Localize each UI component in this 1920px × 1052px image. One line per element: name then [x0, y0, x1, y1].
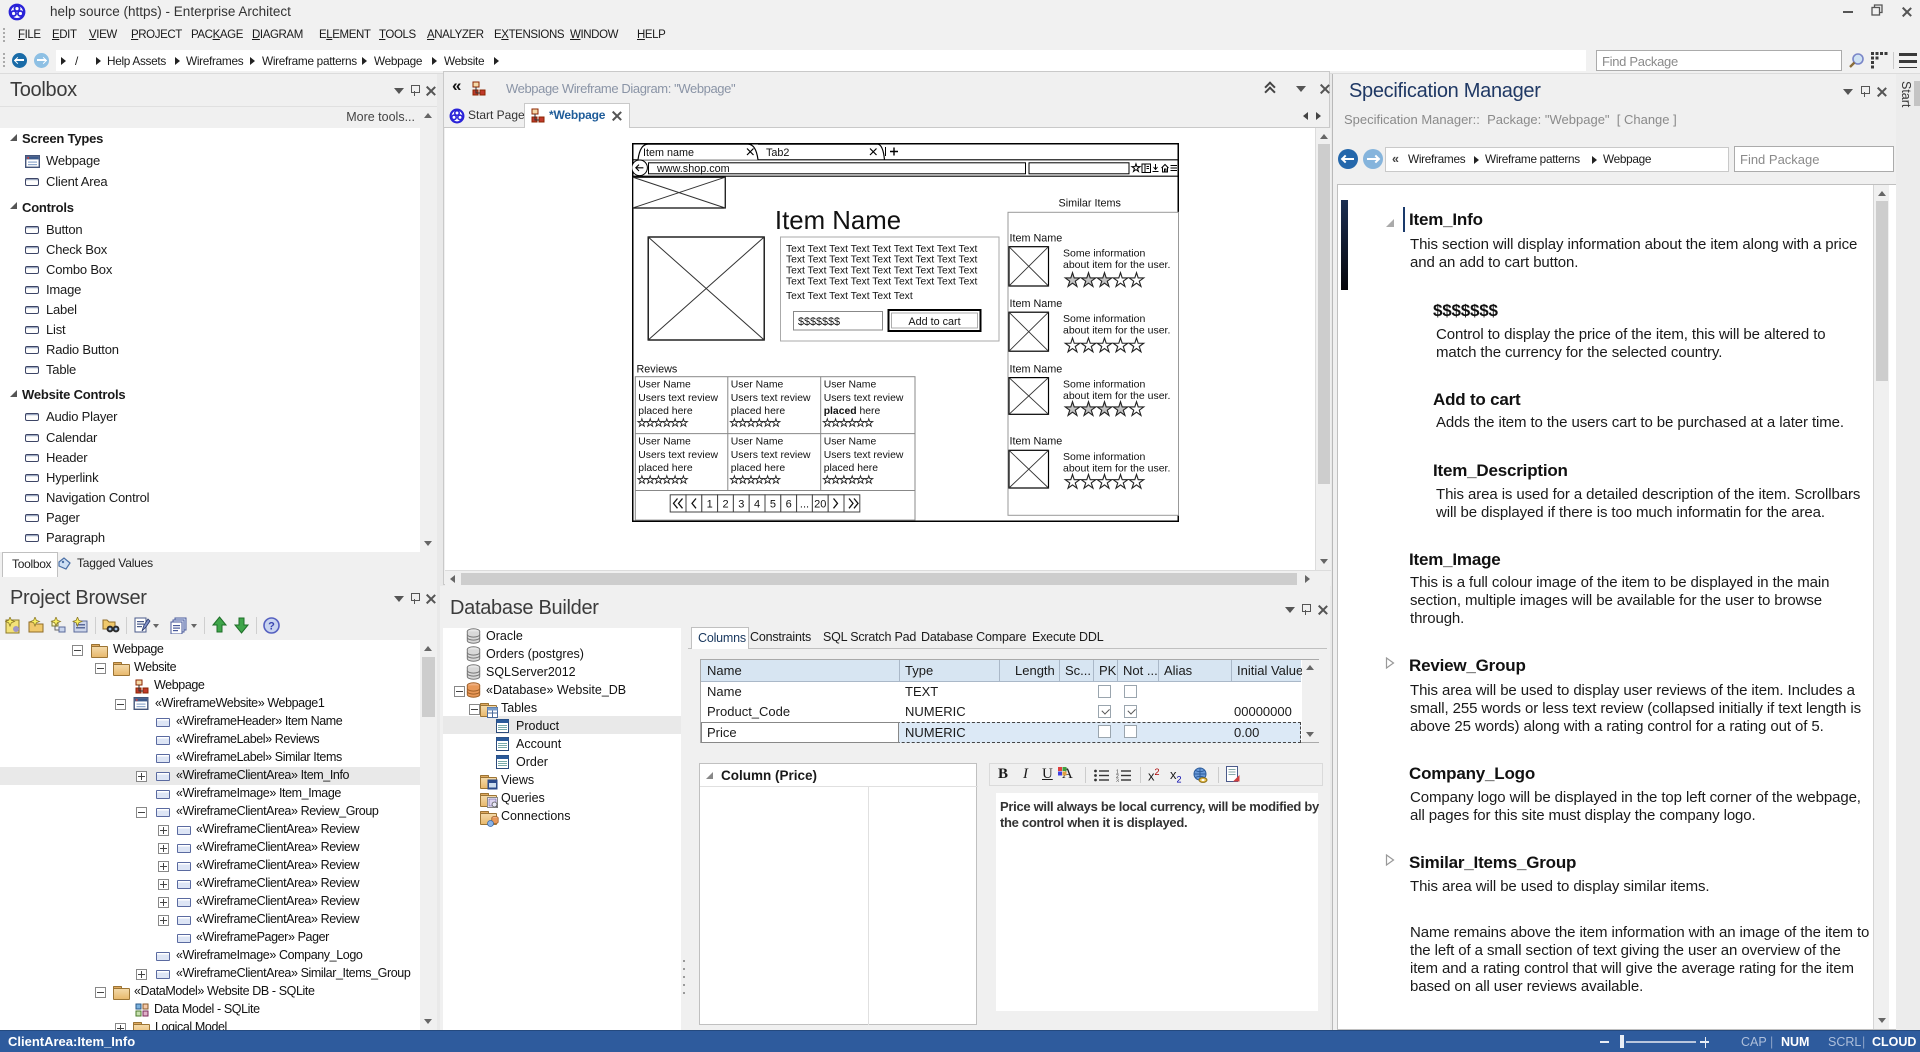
svg-text:Similar Items: Similar Items — [1059, 198, 1122, 210]
svg-text:4: 4 — [754, 499, 760, 511]
svg-text:Some information: Some information — [1063, 248, 1145, 260]
svg-text:User Name: User Name — [638, 437, 691, 448]
svg-text:?: ? — [268, 621, 275, 633]
svg-text:placed here: placed here — [731, 406, 786, 417]
svg-text:6: 6 — [786, 499, 792, 511]
svg-text:Tab2: Tab2 — [766, 147, 789, 159]
svg-text:$$$$$$$: $$$$$$$ — [798, 316, 840, 328]
svg-text:about item for the user.: about item for the user. — [1063, 325, 1170, 337]
svg-text:Item name: Item name — [643, 147, 694, 159]
svg-text:Add to cart: Add to cart — [908, 316, 960, 328]
svg-text:User Name: User Name — [731, 437, 784, 448]
svg-text:User Name: User Name — [638, 380, 691, 391]
svg-text:Text Text Text Text Text Text: Text Text Text Text Text Text Text Text … — [786, 266, 977, 277]
svg-text:about item for the user.: about item for the user. — [1063, 390, 1170, 402]
svg-text:Text Text Text Text Text Text: Text Text Text Text Text Text — [786, 291, 913, 302]
svg-text:3: 3 — [738, 499, 744, 511]
svg-text:1: 1 — [707, 499, 713, 511]
svg-text:Users text review: Users text review — [731, 450, 811, 461]
svg-text:Some information: Some information — [1063, 313, 1145, 325]
svg-text:placed here: placed here — [731, 463, 786, 474]
svg-text:20: 20 — [814, 499, 826, 511]
svg-text:User Name: User Name — [824, 380, 877, 391]
svg-text:placed here: placed here — [824, 463, 879, 474]
svg-text:Text Text Text Text Text Text: Text Text Text Text Text Text Text Text … — [786, 244, 977, 255]
svg-text:Item Name: Item Name — [1010, 363, 1063, 375]
svg-text:Users text review: Users text review — [638, 393, 718, 404]
svg-text:Item Name: Item Name — [775, 207, 901, 235]
svg-text:Text Text Text Text Text Text: Text Text Text Text Text Text Text Text … — [786, 255, 977, 266]
svg-text:...: ... — [800, 499, 809, 511]
svg-text:2: 2 — [722, 499, 728, 511]
svg-text:Item Name: Item Name — [1010, 232, 1063, 244]
svg-text:3: 3 — [1116, 779, 1119, 783]
svg-text:Reviews: Reviews — [637, 364, 678, 376]
svg-text:Some information: Some information — [1063, 451, 1145, 463]
svg-text:Item Name: Item Name — [1010, 298, 1063, 310]
svg-text:Users text review: Users text review — [731, 393, 811, 404]
svg-text:about item for the user.: about item for the user. — [1063, 259, 1170, 271]
svg-text:User Name: User Name — [731, 380, 784, 391]
svg-text:www.shop.com: www.shop.com — [656, 163, 730, 175]
svg-text:placed here: placed here — [824, 406, 881, 417]
svg-text:Text Text Text Text Text Text: Text Text Text Text Text Text Text Text … — [786, 277, 977, 288]
svg-text:placed here: placed here — [638, 406, 693, 417]
svg-text:User Name: User Name — [824, 437, 877, 448]
svg-text:Users text review: Users text review — [824, 450, 904, 461]
svg-text:Item Name: Item Name — [1010, 436, 1063, 448]
svg-text:placed here: placed here — [638, 463, 693, 474]
svg-text:Some information: Some information — [1063, 379, 1145, 391]
svg-text:about item for the user.: about item for the user. — [1063, 463, 1170, 475]
svg-text:Users text review: Users text review — [824, 393, 904, 404]
svg-text:Users text review: Users text review — [638, 450, 718, 461]
svg-text:5: 5 — [770, 499, 776, 511]
